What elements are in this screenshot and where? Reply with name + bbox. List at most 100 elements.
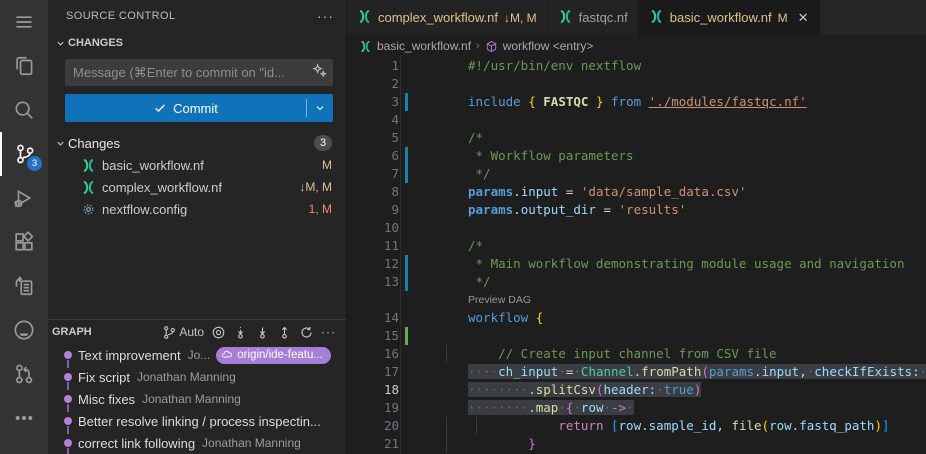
target-icon[interactable] (211, 325, 226, 340)
commit-row[interactable]: correct link followingJonathan Manning (48, 432, 346, 454)
activitybar-source-control[interactable]: 3 (0, 132, 48, 176)
tab-label: fastqc.nf (579, 10, 628, 25)
indent-guide (476, 417, 477, 435)
activitybar-file-sync[interactable] (0, 264, 48, 308)
commit-button[interactable]: Commit (65, 94, 306, 122)
line-number[interactable]: 13 (347, 273, 399, 291)
tab-status-badge: M (778, 11, 788, 25)
line-number[interactable]: 5 (347, 129, 399, 147)
commit-message: Text improvement (78, 348, 181, 363)
line-number[interactable]: 19 (347, 399, 399, 417)
line-number[interactable]: 20 (347, 417, 399, 435)
commit-row[interactable]: Text improvementJo...origin/ide-featu... (48, 344, 346, 366)
git-modified-marker[interactable] (405, 255, 408, 273)
module-link[interactable]: './modules/fastqc.nf' (649, 94, 807, 109)
nextflow-icon (649, 9, 664, 24)
pull-icon[interactable] (255, 325, 270, 340)
commit-row[interactable]: Better resolve linking / process inspect… (48, 410, 346, 432)
commit-row[interactable]: Fix scriptJonathan Manning (48, 366, 346, 388)
code-line-6: 6 * Workflow parameters (347, 147, 926, 165)
breadcrumb-symbol[interactable]: workflow <entry> (503, 39, 594, 53)
check-icon (153, 101, 167, 115)
code-line-1: 1#!/usr/bin/env nextflow (347, 57, 926, 75)
line-number[interactable]: 11 (347, 237, 399, 255)
line-number[interactable]: 3 (347, 93, 399, 111)
graph-more-icon[interactable]: ··· (321, 325, 336, 339)
activitybar-extensions[interactable] (0, 220, 48, 264)
activitybar-search[interactable] (0, 88, 48, 132)
tab-basic_workflow.nf[interactable]: basic_workflow.nfM✕ (639, 0, 820, 35)
changed-file-row[interactable]: complex_workflow.nf↓M, M (48, 176, 346, 198)
code-line-7: 7 */ (347, 165, 926, 183)
breadcrumb-file[interactable]: basic_workflow.nf (377, 39, 471, 53)
code-line-9: 9params.output_dir = 'results' (347, 201, 926, 219)
activitybar-more[interactable] (0, 396, 48, 440)
commit-dropdown-button[interactable] (307, 94, 333, 122)
activitybar-files[interactable] (0, 44, 48, 88)
source-control-sidebar: SOURCE CONTROL ··· CHANGES Commit Cha (48, 0, 346, 454)
line-number[interactable]: 7 (347, 165, 399, 183)
nextflow-icon (558, 9, 573, 24)
sidebar-header: SOURCE CONTROL ··· (48, 0, 346, 32)
more-actions-icon[interactable]: ··· (317, 8, 334, 24)
auto-branch-picker[interactable]: Auto (162, 325, 204, 340)
line-number[interactable]: 2 (347, 75, 399, 93)
refresh-icon[interactable] (299, 325, 314, 340)
git-modified-marker[interactable] (405, 93, 408, 111)
changes-tree-header[interactable]: Changes 3 (48, 132, 346, 154)
gear-icon (81, 202, 96, 217)
line-number[interactable]: 18 (347, 381, 399, 399)
line-number[interactable]: 8 (347, 183, 399, 201)
code-line-12: 12 * Main workflow demonstrating module … (347, 255, 926, 273)
github-icon (13, 319, 35, 341)
line-number[interactable]: 21 (347, 435, 399, 453)
git-modified-marker[interactable] (405, 147, 408, 165)
changes-section-header[interactable]: CHANGES (48, 32, 346, 54)
line-number[interactable]: 17 (347, 363, 399, 381)
push-icon[interactable] (277, 325, 292, 340)
breadcrumb[interactable]: basic_workflow.nf›workflow <entry> (347, 35, 926, 57)
code-line-10: 10 (347, 219, 926, 237)
git-modified-marker[interactable] (405, 165, 408, 183)
graph-section-header[interactable]: GRAPH Auto ··· (48, 320, 346, 344)
line-number[interactable]: 6 (347, 147, 399, 165)
code-line-20: 20 return [row.sample_id, file(row.fastq… (347, 417, 926, 435)
commit-message-input[interactable] (73, 65, 312, 80)
commit-button-group: Commit (65, 94, 333, 122)
line-number[interactable]: 4 (347, 111, 399, 129)
git-added-marker[interactable] (405, 327, 408, 345)
sidebar-title: SOURCE CONTROL (66, 10, 317, 22)
sparkle-icon[interactable] (312, 63, 327, 83)
tab-complex_workflow.nf[interactable]: complex_workflow.nf↓M, M (347, 0, 548, 35)
indent-guide (446, 345, 447, 363)
changed-file-row[interactable]: basic_workflow.nfM (48, 154, 346, 176)
line-number[interactable]: 12 (347, 255, 399, 273)
line-number[interactable]: 9 (347, 201, 399, 219)
commit-message-box (65, 59, 333, 86)
line-number[interactable]: 16 (347, 345, 399, 363)
more-icon (13, 407, 35, 429)
fetch-icon[interactable] (233, 325, 248, 340)
activitybar-github[interactable] (0, 308, 48, 352)
code-line-17: 17····ch_input·=·Channel.fromPath(params… (347, 363, 926, 381)
line-number[interactable]: 15 (347, 327, 399, 345)
line-number[interactable]: 10 (347, 219, 399, 237)
tab-fastqc.nf[interactable]: fastqc.nf (548, 0, 639, 35)
codelens-row[interactable]: Preview DAG (347, 291, 926, 309)
changed-file-row[interactable]: nextflow.config1, M (48, 198, 346, 220)
activitybar-run-debug[interactable] (0, 176, 48, 220)
extensions-icon (13, 231, 35, 253)
line-number[interactable]: 1 (347, 57, 399, 75)
line-number[interactable]: 14 (347, 309, 399, 327)
commit-author: Jonathan Manning (142, 392, 241, 406)
code-line-5: 5/* (347, 129, 926, 147)
activitybar-menu[interactable] (0, 0, 48, 44)
activitybar-pull-request[interactable] (0, 352, 48, 396)
code-editor[interactable]: 1#!/usr/bin/env nextflow23include { FAST… (347, 57, 926, 454)
commit-row[interactable]: Misc fixesJonathan Manning (48, 388, 346, 410)
code-line-2: 2 (347, 75, 926, 93)
file-status-badge: ↓M, M (299, 180, 332, 194)
close-icon[interactable]: ✕ (798, 10, 809, 26)
symbol-cube-icon (485, 40, 498, 53)
git-modified-marker[interactable] (405, 273, 408, 291)
